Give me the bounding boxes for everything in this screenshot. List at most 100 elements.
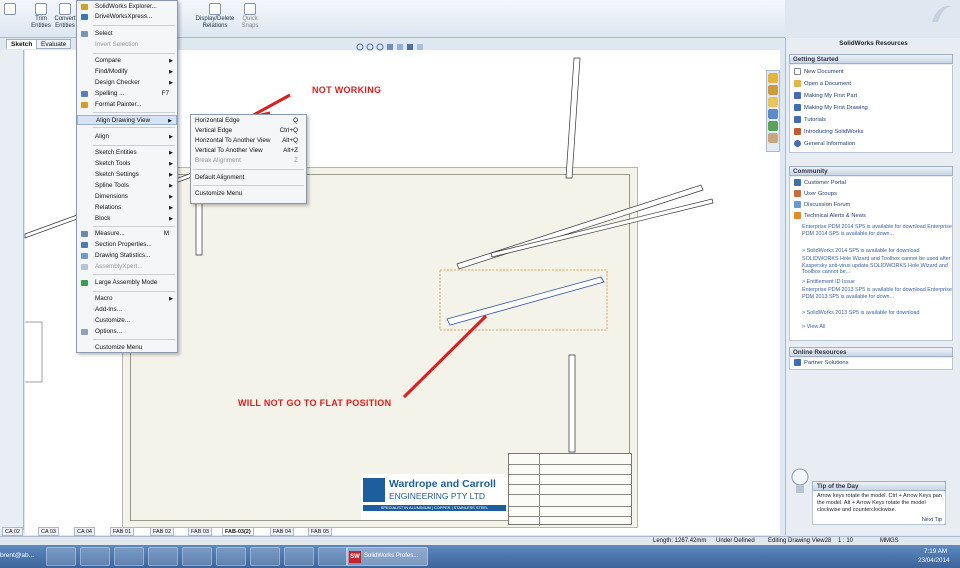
news-item[interactable]: Enterprise PDM 2013 SP5 is available for…: [802, 287, 952, 300]
custom-properties-icon[interactable]: [768, 133, 778, 143]
submenu-vertical-to-another-view[interactable]: Vertical To Another View Alt+Z: [191, 146, 306, 156]
menu-compare[interactable]: Compare ▶: [77, 56, 177, 66]
discussion-forum-link[interactable]: Discussion Forum: [794, 201, 850, 208]
taskbar-user[interactable]: brent@ab...: [0, 552, 34, 559]
sheet-tab[interactable]: FAB 05: [308, 527, 333, 536]
sheet-tab[interactable]: FAB 01: [110, 527, 135, 536]
menu-block[interactable]: Block ▶: [77, 214, 177, 224]
sheet-tab[interactable]: CA 03: [38, 527, 59, 536]
news-item[interactable]: Enterprise PDM 2014 SP5 is available for…: [802, 224, 952, 237]
tutorials-icon: [794, 116, 801, 123]
new-document-icon: [794, 68, 801, 75]
menu-add-ins[interactable]: Add-Ins...: [77, 305, 177, 315]
menu-measure[interactable]: Measure... M: [77, 229, 177, 239]
menu-spelling[interactable]: Spelling ... F7: [77, 89, 177, 99]
sheet-tab[interactable]: CA 04: [74, 527, 95, 536]
next-tip-link[interactable]: Next Tip: [922, 517, 942, 523]
taskbar-app-icon[interactable]: [250, 547, 280, 566]
taskbar-solidworks-button[interactable]: SW SolidWorks Profes...: [346, 547, 428, 566]
sheet-tab[interactable]: FAB 02: [150, 527, 175, 536]
online-resources-header[interactable]: Online Resources: [789, 347, 953, 357]
sheet-tab[interactable]: FAB 04: [270, 527, 295, 536]
tip-header[interactable]: Tip of the Day: [812, 481, 946, 491]
user-groups-link[interactable]: User Groups: [794, 190, 837, 197]
menu-find-modify[interactable]: Find/Modify ▶: [77, 67, 177, 77]
submenu-horizontal-to-another-view[interactable]: Horizontal To Another View Alt+Q: [191, 136, 306, 146]
menu-options[interactable]: Options...: [77, 327, 177, 337]
menu-macro[interactable]: Macro ▶: [77, 294, 177, 304]
view-all-link[interactable]: > View All: [802, 324, 952, 331]
menu-customize[interactable]: Customize...: [77, 316, 177, 326]
menu-sketch-entities[interactable]: Sketch Entities ▶: [77, 148, 177, 158]
logo-line1: Wardrope and Carroll: [389, 478, 496, 490]
taskbar-app-icon[interactable]: [80, 547, 110, 566]
taskbar-app-icon[interactable]: [114, 547, 144, 566]
menu-dimensions[interactable]: Dimensions ▶: [77, 192, 177, 202]
technical-alerts-link[interactable]: Technical Alerts & News: [794, 212, 866, 219]
menu-select[interactable]: Select: [77, 29, 177, 39]
taskbar-app-icon[interactable]: [318, 547, 348, 566]
news-item[interactable]: SOLIDWORKS Hole Wizard and Toolbox canno…: [802, 256, 952, 276]
appearances-icon[interactable]: [768, 121, 778, 131]
menu-invert-selection[interactable]: Invert Selection: [77, 40, 177, 50]
resources-tab-icon[interactable]: [768, 73, 778, 83]
tutorials-link[interactable]: Tutorials: [794, 116, 826, 123]
submenu-default-alignment[interactable]: Default Alignment: [191, 173, 306, 183]
introducing-icon: [794, 128, 801, 135]
file-explorer-icon[interactable]: [768, 97, 778, 107]
menu-drawing-statistics[interactable]: Drawing Statistics...: [77, 251, 177, 261]
menu-format-painter[interactable]: Format Painter...: [77, 100, 177, 110]
section-properties-icon: [81, 242, 88, 248]
view-palette-icon[interactable]: [768, 109, 778, 119]
introducing-solidworks-link[interactable]: Introducing SolidWorks: [794, 128, 864, 135]
news-item[interactable]: > Entitlement ID Issue: [802, 279, 952, 286]
design-library-icon[interactable]: [768, 85, 778, 95]
taskbar-chrome-icon[interactable]: [216, 547, 246, 566]
menu-align[interactable]: Align ▶: [77, 132, 177, 142]
submenu-horizontal-edge[interactable]: Horizontal Edge Q: [191, 116, 306, 126]
menu-relations[interactable]: Relations ▶: [77, 203, 177, 213]
menu-align-drawing-view[interactable]: Align Drawing View ▶: [77, 115, 177, 125]
sheet-tab[interactable]: CA 02: [2, 527, 23, 536]
submenu-vertical-edge[interactable]: Vertical Edge Ctrl+Q: [191, 126, 306, 136]
options-icon: [81, 329, 88, 335]
drawing-icon: [794, 104, 801, 111]
news-item[interactable]: > SolidWorks 2014 SP5 is available for d…: [802, 248, 952, 255]
taskbar-app-icon[interactable]: [284, 547, 314, 566]
taskbar-app-icon[interactable]: [182, 547, 212, 566]
customer-portal-link[interactable]: Customer Portal: [794, 179, 846, 186]
menu-customize-menu[interactable]: Customize Menu: [77, 343, 177, 353]
menu-assemblyxpert[interactable]: AssemblyXpert...: [77, 262, 177, 272]
clock-time[interactable]: 7:19 AM: [924, 548, 947, 555]
discussion-forum-icon: [794, 201, 801, 208]
taskbar-app-icon[interactable]: [148, 547, 178, 566]
first-part-link[interactable]: Making My First Part: [794, 92, 857, 99]
menu-design-checker[interactable]: Design Checker ▶: [77, 78, 177, 88]
menu-section-properties[interactable]: Section Properties...: [77, 240, 177, 250]
partner-solutions-link[interactable]: Partner Solutions: [794, 359, 848, 366]
spelling-icon: [81, 91, 88, 97]
clock-date[interactable]: 23/04/2014: [918, 557, 950, 564]
tools-menu: SolidWorks Explorer... DriveWorksXpress.…: [76, 0, 178, 353]
sheet-tabs: CA 02 CA 03 CA 04 FAB 01 FAB 02 FAB 03 F…: [0, 527, 480, 536]
general-information-link[interactable]: General Information: [794, 140, 855, 147]
sheet-tab[interactable]: FAB 03: [188, 527, 213, 536]
news-item[interactable]: > SolidWorks 2013 SP5 is available for d…: [802, 310, 952, 317]
menu-solidworks-explorer[interactable]: SolidWorks Explorer...: [77, 2, 177, 12]
submenu-break-alignment[interactable]: Break Alignment Z: [191, 156, 306, 166]
getting-started-header[interactable]: Getting Started: [789, 54, 953, 64]
submenu-customize-menu[interactable]: Customize Menu: [191, 189, 306, 199]
sheet-tab-active[interactable]: FAB-03(2): [222, 527, 254, 536]
panel-title: SolidWorks Resources: [839, 40, 908, 47]
menu-large-assembly-mode[interactable]: Large Assembly Mode: [77, 278, 177, 288]
menu-driveworksxpress[interactable]: DriveWorksXpress...: [77, 12, 177, 22]
menu-sketch-settings[interactable]: Sketch Settings ▶: [77, 170, 177, 180]
first-drawing-link[interactable]: Making My First Drawing: [794, 104, 868, 111]
open-document-link[interactable]: Open a Document: [794, 80, 851, 87]
community-header[interactable]: Community: [789, 166, 953, 176]
new-document-link[interactable]: New Document: [794, 68, 844, 75]
taskbar-app-icon[interactable]: [46, 547, 76, 566]
rss-icon: [794, 212, 801, 219]
menu-spline-tools[interactable]: Spline Tools ▶: [77, 181, 177, 191]
menu-sketch-tools[interactable]: Sketch Tools ▶: [77, 159, 177, 169]
